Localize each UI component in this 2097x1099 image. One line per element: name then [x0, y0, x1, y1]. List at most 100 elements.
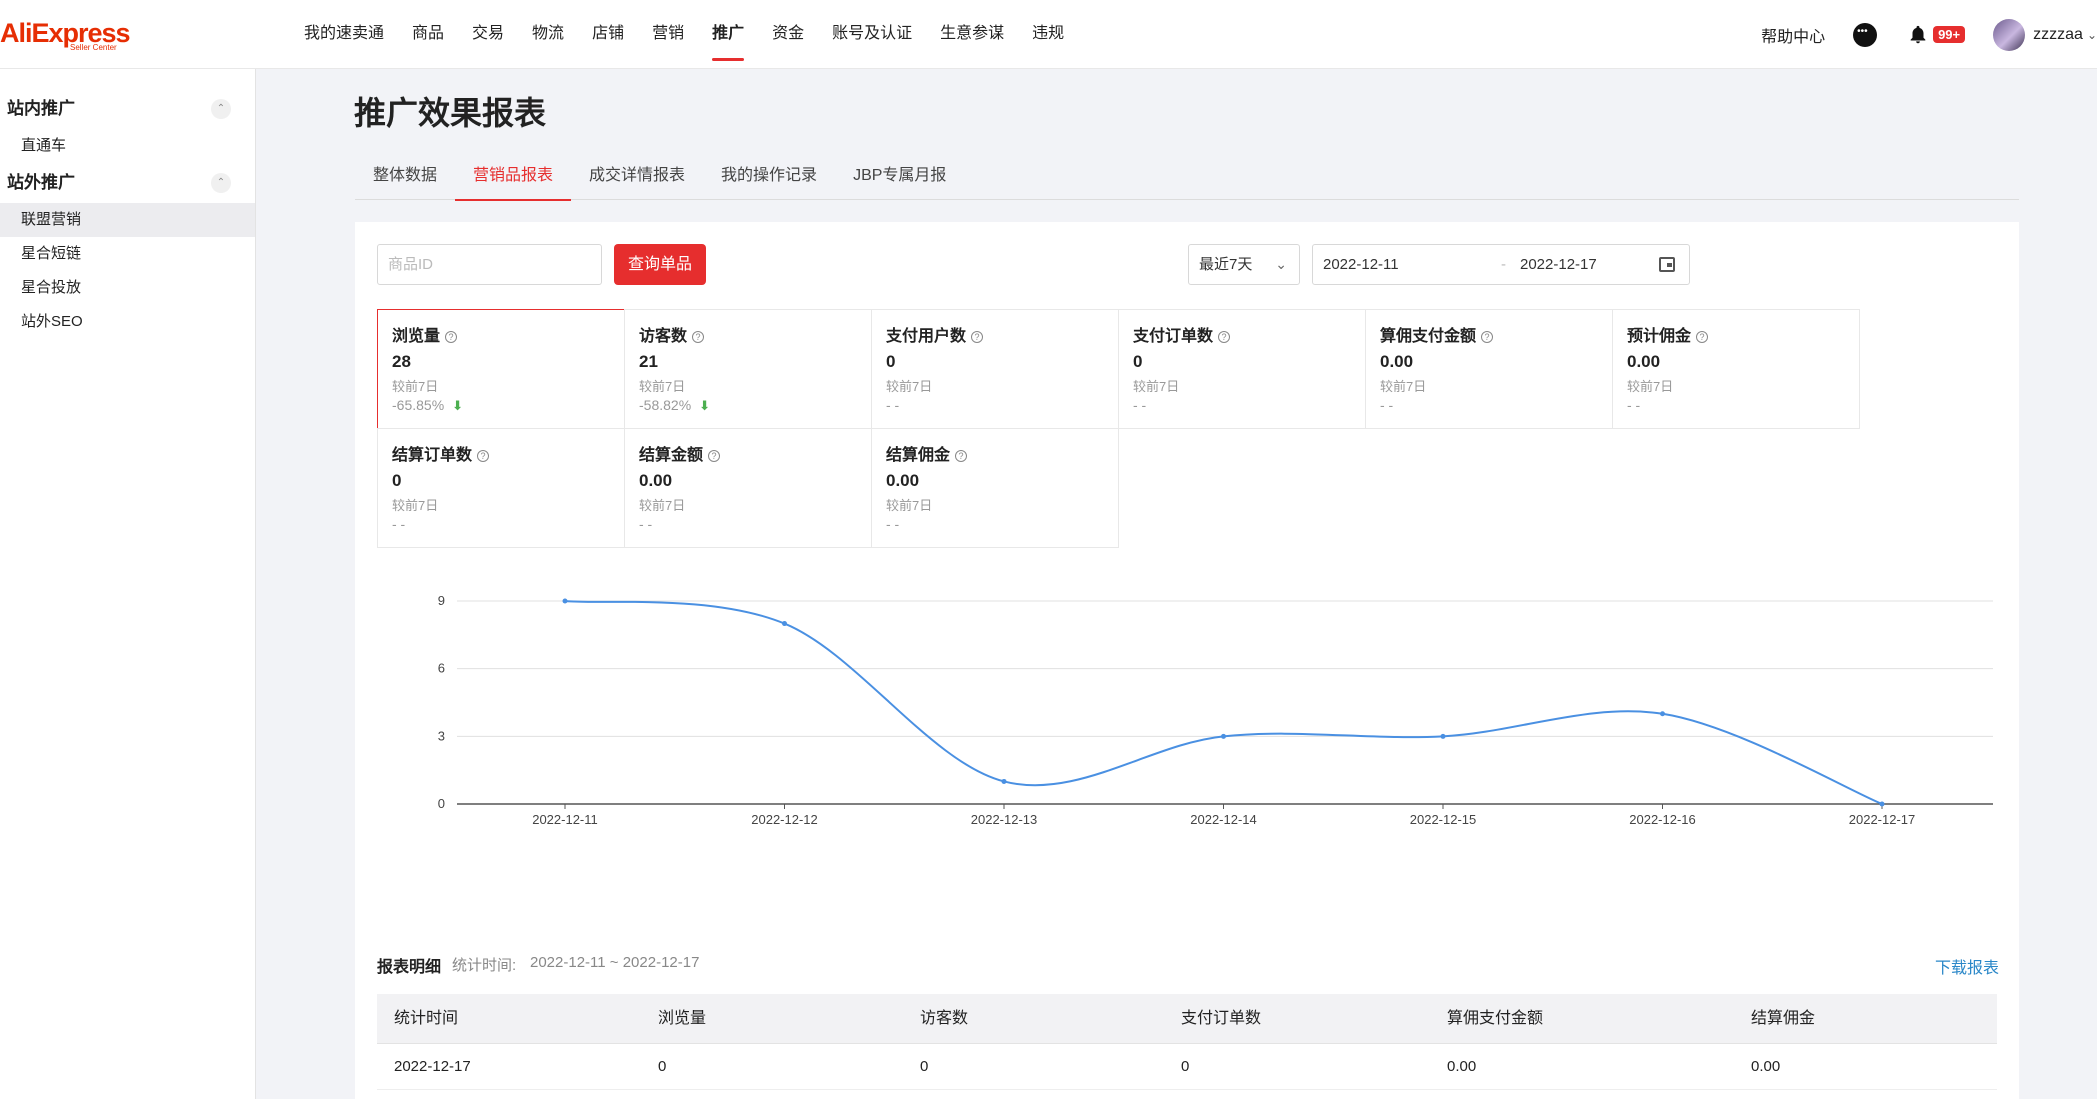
table-cell: 0: [920, 1058, 929, 1075]
info-icon[interactable]: ?: [955, 450, 968, 462]
top-bar: AliExpress Seller Center 我的速卖通 商品 交易 物流 …: [0, 0, 2097, 69]
metric-delta: - -: [886, 397, 900, 413]
nav-item-my-aliexpress[interactable]: 我的速卖通: [290, 0, 398, 69]
sidebar-item-short-link[interactable]: 星合短链: [0, 237, 255, 271]
date-range-select[interactable]: 最近7天 ⌄: [1188, 244, 1300, 285]
arrow-down-icon: ⬇: [452, 398, 464, 413]
date-range-picker[interactable]: 2022-12-11 - 2022-12-17: [1312, 244, 1690, 285]
detail-range-label: 统计时间:: [452, 957, 517, 974]
nav-item-violations[interactable]: 违规: [1018, 0, 1078, 69]
nav-item-business-advisor[interactable]: 生意参谋: [926, 0, 1018, 69]
sidebar-item-ad-placement[interactable]: 星合投放: [0, 271, 255, 305]
metric-value: 0.00: [639, 471, 673, 490]
column-header: 访客数: [920, 1010, 969, 1027]
username[interactable]: zzzzaa: [2033, 26, 2083, 44]
nav-item-funds[interactable]: 资金: [758, 0, 818, 69]
info-icon[interactable]: ?: [445, 331, 458, 343]
metric-label: 访客数: [639, 328, 688, 345]
x-tick-label: 2022-12-11: [532, 812, 598, 827]
column-header: 支付订单数: [1181, 1010, 1262, 1027]
sidebar: 站内推广 ⌃ 直通车 站外推广 ⌃ 联盟营销 星合短链 星合投放 站外SEO: [0, 69, 256, 1099]
table-cell: 2022-12-17: [394, 1058, 471, 1075]
top-right-tools: 帮助中心 99+ zzzzaa ⌄: [1761, 0, 2097, 69]
metric-card-settled-amount[interactable]: 结算金额? 0.00 较前7日 - -: [624, 428, 872, 548]
metric-card-settled-orders[interactable]: 结算订单数? 0 较前7日 - -: [377, 428, 625, 548]
detail-title: 报表明细: [377, 959, 442, 976]
nav-item-orders[interactable]: 交易: [458, 0, 518, 69]
info-icon[interactable]: ?: [692, 331, 705, 343]
metric-delta: -58.82%: [639, 397, 692, 413]
metric-compare-label: 较前7日: [392, 379, 439, 394]
nav-item-logistics[interactable]: 物流: [518, 0, 578, 69]
metric-card-paid-orders[interactable]: 支付订单数? 0 较前7日 - -: [1118, 309, 1366, 429]
calendar-icon[interactable]: [1659, 257, 1675, 272]
bell-icon[interactable]: [1907, 24, 1929, 46]
table-cell: 0.00: [1751, 1058, 1781, 1075]
metric-compare-label: 较前7日: [1133, 379, 1180, 394]
metric-label: 浏览量: [392, 328, 441, 345]
metric-label: 支付用户数: [886, 328, 967, 345]
metric-compare-label: 较前7日: [639, 498, 686, 513]
info-icon[interactable]: ?: [971, 331, 984, 343]
chevron-down-icon[interactable]: ⌄: [2087, 28, 2097, 42]
date-end[interactable]: 2022-12-17: [1520, 245, 1597, 284]
report-tabs: 整体数据 营销品报表 成交详情报表 我的操作记录 JBP专属月报: [355, 160, 2019, 201]
download-report-link[interactable]: 下载报表: [1935, 954, 1999, 978]
query-product-button[interactable]: 查询单品: [614, 244, 706, 285]
metric-delta: - -: [392, 516, 406, 532]
metric-label: 支付订单数: [1133, 328, 1214, 345]
metric-compare-label: 较前7日: [639, 379, 686, 394]
sidebar-item-offsite-seo[interactable]: 站外SEO: [0, 305, 255, 339]
metric-compare-label: 较前7日: [392, 498, 439, 513]
sidebar-group-onsite[interactable]: 站内推广 ⌃: [0, 89, 255, 129]
date-separator: -: [1501, 256, 1506, 273]
tab-jbp-monthly[interactable]: JBP专属月报: [835, 160, 964, 200]
metric-card-commission-payment[interactable]: 算佣支付金额? 0.00 较前7日 - -: [1365, 309, 1613, 429]
metric-compare-label: 较前7日: [886, 379, 933, 394]
tab-operation-log[interactable]: 我的操作记录: [703, 160, 835, 200]
avatar[interactable]: [1993, 18, 2026, 51]
sidebar-item-direct-car[interactable]: 直通车: [0, 129, 255, 163]
info-icon[interactable]: ?: [708, 450, 721, 462]
metric-card-visitors[interactable]: 访客数? 21 较前7日 -58.82% ⬇: [624, 309, 872, 429]
metric-delta: - -: [1627, 397, 1641, 413]
data-point: [1660, 711, 1665, 717]
metric-value: 0: [1133, 352, 1143, 371]
sidebar-item-affiliate[interactable]: 联盟营销: [0, 203, 255, 237]
chat-icon[interactable]: [1853, 22, 1878, 47]
nav-item-products[interactable]: 商品: [398, 0, 458, 69]
product-id-input[interactable]: [377, 244, 602, 285]
page-title: 推广效果报表: [354, 95, 547, 131]
help-center-link[interactable]: 帮助中心: [1761, 23, 1825, 47]
column-header: 统计时间: [394, 1010, 459, 1027]
nav-item-marketing[interactable]: 营销: [638, 0, 698, 69]
nav-item-store[interactable]: 店铺: [578, 0, 638, 69]
nav-item-account[interactable]: 账号及认证: [818, 0, 926, 69]
aliexpress-logo[interactable]: AliExpress Seller Center: [0, 18, 140, 54]
table-header: 统计时间 浏览量 访客数 支付订单数 算佣支付金额 结算佣金: [377, 994, 1997, 1044]
info-icon[interactable]: ?: [1481, 331, 1494, 343]
info-icon[interactable]: ?: [1696, 331, 1709, 343]
info-icon[interactable]: ?: [477, 450, 490, 462]
metric-label: 算佣支付金额: [1380, 328, 1477, 345]
x-tick-label: 2022-12-17: [1849, 812, 1916, 827]
trend-line-chart: 0 3 6 9 2022-12-11 2022-12-12 2022-12-13 2022-1…: [438, 593, 1993, 827]
metric-value: 0.00: [1380, 352, 1414, 371]
metric-card-paying-users[interactable]: 支付用户数? 0 较前7日 - -: [871, 309, 1119, 429]
chevron-up-icon[interactable]: ⌃: [211, 173, 231, 193]
metric-compare-label: 较前7日: [1627, 379, 1674, 394]
metric-delta: - -: [1133, 397, 1147, 413]
tab-overall[interactable]: 整体数据: [355, 160, 455, 200]
metric-card-estimated-commission[interactable]: 预计佣金? 0.00 较前7日 - -: [1612, 309, 1860, 429]
nav-item-promotion[interactable]: 推广: [698, 0, 758, 69]
metric-label: 预计佣金: [1627, 328, 1692, 345]
info-icon[interactable]: ?: [1218, 331, 1231, 343]
sidebar-group-offsite[interactable]: 站外推广 ⌃: [0, 163, 255, 203]
date-start[interactable]: 2022-12-11: [1323, 245, 1399, 284]
metric-card-settled-commission[interactable]: 结算佣金? 0.00 较前7日 - -: [871, 428, 1119, 548]
chevron-up-icon[interactable]: ⌃: [211, 99, 231, 119]
tab-marketing-products[interactable]: 营销品报表: [455, 160, 572, 201]
metric-value: 0.00: [886, 471, 920, 490]
metric-card-page-views[interactable]: 浏览量? 28 较前7日 -65.85% ⬇: [377, 309, 625, 429]
tab-deal-details[interactable]: 成交详情报表: [571, 160, 703, 200]
